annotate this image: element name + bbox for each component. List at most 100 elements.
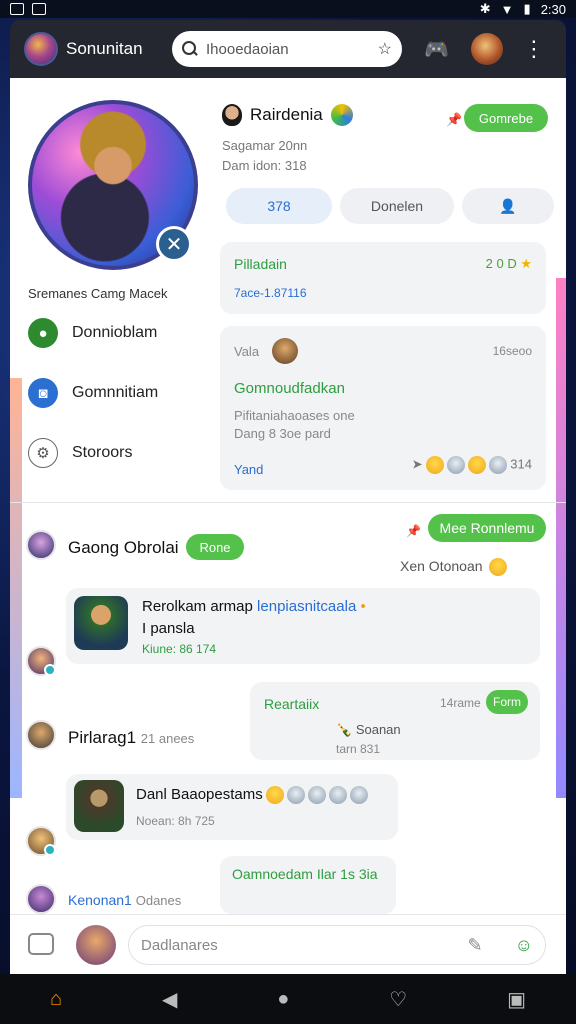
wifi-icon: ▼ <box>500 1 514 17</box>
home-icon[interactable]: ⌂ <box>50 988 62 1011</box>
user-header: Rairdenia <box>222 104 353 126</box>
sidebar-item-gomnnitiam[interactable]: ◙ Gomnnitiam <box>28 378 158 408</box>
bottle-icon: 🍾 <box>336 722 353 737</box>
search-input[interactable]: Ihooedaoian <box>206 41 378 58</box>
activity-card[interactable]: Vala 16seoo Gomnoudfadkan Pifitaniahaoas… <box>220 326 546 490</box>
sidebar-item-label: Gomnnitiam <box>72 384 159 401</box>
search-bar[interactable]: Ihooedaoian ☆ <box>172 31 402 67</box>
camera-icon: ◙ <box>28 378 58 408</box>
emoji-icon <box>265 786 284 805</box>
emoji-icon <box>425 456 444 474</box>
game-icon: ● <box>28 318 58 348</box>
recent-apps-icon[interactable]: ▣ <box>507 987 526 1012</box>
decorative-glow-left <box>10 378 22 798</box>
reactions[interactable]: ➤ 314 <box>412 456 532 474</box>
reply-time: 14rame <box>440 696 481 710</box>
section-divider <box>10 502 566 503</box>
app-avatar[interactable] <box>24 32 58 66</box>
action-button[interactable]: Gomrebe <box>464 104 548 132</box>
emoji-icon <box>467 456 486 474</box>
emoji-icon <box>446 456 465 474</box>
reply-line: tarn 831 <box>336 742 381 756</box>
search-icon <box>182 41 198 57</box>
card-link[interactable]: 7ace-1.87116 <box>234 286 307 300</box>
tab-donelen[interactable]: Donelen <box>340 188 454 224</box>
sidebar-item-storoors[interactable]: ⚙ Storoors <box>28 438 132 468</box>
back-icon[interactable]: ◀ <box>162 987 177 1012</box>
message-thumbnail <box>74 596 128 650</box>
message-title: Oamnoedam Ilar 1s 3ia <box>232 866 378 882</box>
stats-card[interactable]: Pilladain 2 0 D ★ 7ace-1.87116 <box>220 242 546 314</box>
message-input[interactable]: Dadlanares ✎ ☺ <box>128 925 546 965</box>
reply-pill[interactable]: Form <box>486 690 528 714</box>
sidebar-item-label: Donnioblam <box>72 324 158 341</box>
emoji-icon <box>488 456 507 474</box>
profile-edit-icon[interactable]: ✕ <box>156 226 192 262</box>
card-line: Pifitaniahaoases one <box>234 408 355 423</box>
member-avatar[interactable] <box>26 720 56 750</box>
bluetooth-icon: ✱ <box>479 1 491 16</box>
pin-icon[interactable]: 📌 <box>406 524 421 538</box>
chat-status-pill[interactable]: Rone <box>186 534 244 560</box>
user-badge-icon <box>330 104 353 126</box>
message-thumbnail <box>74 780 124 832</box>
tab-stats[interactable]: 378 <box>226 188 332 224</box>
gallery-icon[interactable] <box>28 933 54 955</box>
profile-tabs: 378 Donelen 👤 <box>226 188 554 224</box>
smile-icon <box>489 558 508 577</box>
attach-icon[interactable]: ✎ <box>468 935 483 956</box>
emoji-picker-icon[interactable]: ☺ <box>515 935 533 956</box>
account-avatar[interactable] <box>470 33 503 65</box>
home-button-icon[interactable]: ● <box>277 988 289 1011</box>
status-indicators: ✱ ▼ ▮ 2:30 <box>480 1 566 17</box>
sidebar-item-label: Storoors <box>72 444 133 461</box>
card-label: Vala <box>234 344 260 359</box>
message-bubble[interactable]: Danl Baaopestams Noean: 8h 725 <box>66 774 398 840</box>
profile-caption: Sremanes Camg Macek <box>28 286 168 301</box>
favorite-icon[interactable]: ☆ <box>378 39 392 59</box>
star-icon: ★ <box>520 256 532 271</box>
message-title: Danl Baaopestams <box>136 786 368 805</box>
decorative-glow-right <box>556 278 566 798</box>
online-indicator <box>44 844 56 856</box>
user-avatar[interactable] <box>222 104 242 126</box>
card-link[interactable]: Yand <box>234 462 263 477</box>
gamepad-icon[interactable]: 🎮 <box>424 37 449 62</box>
user-name: Rairdenia <box>250 105 323 124</box>
message-bubble[interactable]: Rerolkam armap lenpiasnitcaala • I pansl… <box>66 588 540 664</box>
input-bar: Dadlanares ✎ ☺ <box>10 914 566 974</box>
card-avatar <box>272 338 298 364</box>
reply-title: Reartaiix <box>264 696 320 712</box>
mail-icon <box>32 3 46 15</box>
reply-line: 🍾 Soanan <box>336 722 401 737</box>
emoji-icon <box>328 786 347 805</box>
reply-bubble[interactable]: Reartaiix 14rame Form 🍾 Soanan tarn 831 <box>250 682 540 760</box>
message-title: Rerolkam armap lenpiasnitcaala • <box>142 598 366 615</box>
chat-avatar[interactable] <box>26 530 56 560</box>
battery-icon: ▮ <box>523 1 531 16</box>
user-subtitle-2: Dam idon: 318 <box>222 158 307 173</box>
main-panel: ✕ Sremanes Camg Macek ● Donnioblam ◙ Gom… <box>10 78 566 974</box>
status-time: 2:30 <box>540 1 566 17</box>
pin-icon[interactable]: 📌 <box>446 112 462 128</box>
status-bar: ✱ ▼ ▮ 2:30 <box>0 0 576 18</box>
app-bar: Sonunitan Ihooedaoian ☆ 🎮 ⋮ <box>10 20 566 78</box>
navigation-bar: ⌂ ◀ ● ♡ ▣ <box>0 974 576 1024</box>
tab-profile[interactable]: 👤 <box>462 188 554 224</box>
more-options-icon[interactable]: ⋮ <box>523 38 545 60</box>
me-subtitle: Xen Otonoan <box>400 558 508 577</box>
sidebar-item-donnioblam[interactable]: ● Donnioblam <box>28 318 157 348</box>
me-pill[interactable]: Mee Ronnlemu <box>428 514 546 542</box>
notification-icon <box>10 3 24 15</box>
card-meta: 2 0 D ★ <box>485 256 532 271</box>
message-bubble[interactable]: Oamnoedam Ilar 1s 3ia <box>220 856 396 914</box>
settings-icon: ⚙ <box>28 438 58 468</box>
heart-icon[interactable]: ♡ <box>389 987 407 1012</box>
member-avatar[interactable] <box>26 884 56 914</box>
message-input-text[interactable]: Dadlanares <box>141 937 468 954</box>
chat-title: Gaong Obrolai <box>68 538 179 557</box>
user-avatar[interactable] <box>76 925 116 965</box>
card-title: Gomnoudfadkan <box>234 380 345 397</box>
message-meta: Kiune: 86 174 <box>142 642 217 656</box>
card-time: 16seoo <box>492 344 532 358</box>
